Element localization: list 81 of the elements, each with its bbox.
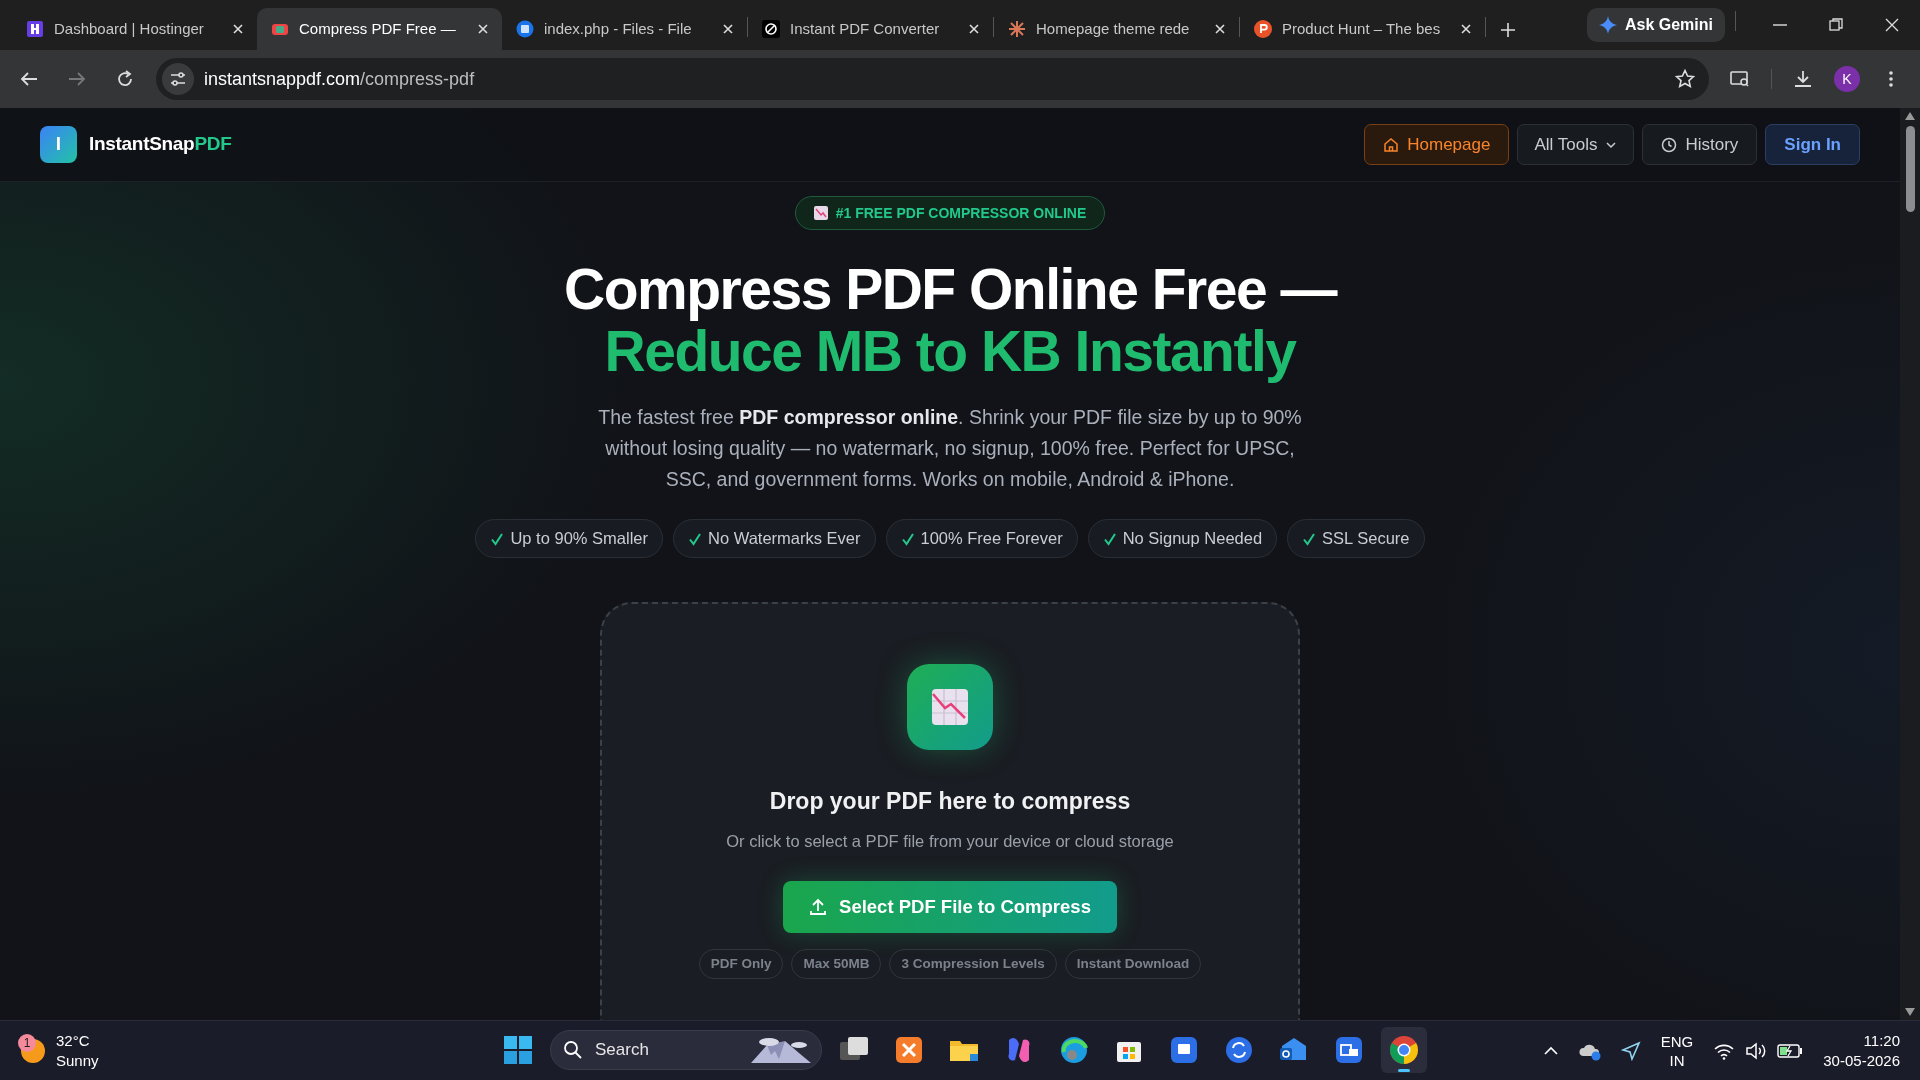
location-arrow-icon[interactable] [1620, 1040, 1641, 1061]
search-bar[interactable]: Search [550, 1030, 822, 1070]
minimize-icon [1773, 24, 1787, 26]
ring-icon [762, 20, 780, 38]
search-field[interactable]: Search [593, 1036, 713, 1064]
close-icon [1459, 22, 1473, 36]
hero-badge: #1 FREE PDF COMPRESSOR ONLINE [794, 196, 1106, 230]
brand-name[interactable]: InstantSnapPDF [89, 130, 232, 159]
notification-badge: 1 [18, 1033, 36, 1052]
check-icon [490, 531, 505, 546]
upload-dropzone[interactable]: Drop your PDF here to compress Or click to select a PDF file from your device or cloud storage Select PDF File to Compress PDF Only Max 50MB 3 Compression Levels Instant Download [600, 602, 1300, 1020]
close-icon [1884, 17, 1900, 33]
browser-tab[interactable]: Dashboard | Hostinger [12, 8, 257, 50]
feature-chip: No Watermarks Ever [673, 519, 876, 558]
address-bar[interactable]: instantsnappdf.com/compress-pdf [156, 58, 1709, 100]
nav-button[interactable]: Homepage [1364, 124, 1510, 165]
new-tab-button[interactable] [1500, 22, 1516, 38]
close-icon [967, 22, 981, 36]
close-icon [1213, 22, 1227, 36]
feature-chip: Up to 90% Smaller [475, 519, 663, 558]
browser-tab[interactable]: Product Hunt – The bes [1240, 8, 1485, 50]
home-icon [1383, 136, 1400, 153]
language-indicator[interactable]: ENG IN [1660, 1031, 1694, 1070]
more-icon [1889, 71, 1893, 87]
dropzone-hint: Or click to select a PDF file from your device or cloud storage [726, 830, 1174, 852]
feature-chip: SSL Secure [1287, 519, 1425, 558]
download-icon [1793, 69, 1813, 89]
restore-icon [1828, 17, 1844, 33]
chart-icon [813, 206, 828, 220]
close-icon [476, 22, 490, 36]
hero-description: The fastest free PDF compressor online. Shrink your PDF file size by up to 90% without losing quality — no watermark, no signup, 100% free. Perfect for UPSC, SSC, and government forms. Works on mobile, Android & iPhone. [597, 405, 1303, 492]
scroll-up-icon[interactable] [1905, 112, 1915, 120]
tab-search-icon [1730, 69, 1750, 89]
scrollbar-thumb[interactable] [1905, 126, 1915, 212]
close-icon [231, 22, 245, 36]
site-settings-button[interactable] [162, 63, 194, 95]
clock-icon [1661, 136, 1678, 153]
scroll-down-icon[interactable] [1905, 1008, 1915, 1016]
check-icon [1302, 531, 1317, 546]
feature-chip: 100% Free Forever [885, 519, 1078, 558]
plus-icon [1500, 22, 1516, 38]
weather-widget[interactable]: 1 32°C Sunny [20, 1030, 99, 1071]
screens-icon [1333, 1034, 1365, 1066]
taskbar-app[interactable] [1381, 1027, 1427, 1073]
nav-button[interactable]: Sign In [1765, 124, 1860, 165]
upload-icon [809, 898, 828, 917]
search-icon [563, 1040, 583, 1060]
check-icon [1102, 531, 1117, 546]
nav-button[interactable]: All Tools [1517, 124, 1635, 165]
browser-tab[interactable]: index.php - Files - File [502, 8, 747, 50]
browser-tab[interactable]: Homepage theme rede [994, 8, 1239, 50]
logo-icon: I [40, 126, 77, 163]
chart-icon [931, 688, 969, 726]
battery-icon[interactable] [1777, 1042, 1804, 1059]
windows-icon [503, 1035, 533, 1065]
forward-icon [68, 70, 86, 88]
page-title: Compress PDF Online Free — Reduce MB to KB Instantly [564, 258, 1336, 382]
browser-tab[interactable]: Instant PDF Converter [748, 8, 993, 50]
weather-text: Sunny [56, 1050, 99, 1071]
ask-gemini-button[interactable]: Ask Gemini [1586, 8, 1725, 42]
back-icon [20, 70, 38, 88]
bookmark-button[interactable] [1675, 69, 1695, 89]
check-icon [688, 531, 702, 546]
p-circle-icon [1254, 20, 1272, 38]
close-icon [721, 22, 735, 36]
star-icon [1675, 69, 1695, 89]
dropzone-heading: Drop your PDF here to compress [769, 787, 1131, 816]
sync-icon [1223, 1034, 1255, 1066]
sparkle-icon [1598, 16, 1617, 34]
browser-tab[interactable]: Compress PDF Free — [257, 8, 502, 50]
volume-icon[interactable] [1745, 1041, 1768, 1060]
clock[interactable]: 11:20 30-05-2026 [1823, 1030, 1900, 1071]
nav-button[interactable]: History [1642, 124, 1758, 165]
check-icon [900, 531, 915, 546]
profile-avatar[interactable]: K [1834, 66, 1860, 92]
temperature-text: 32°C [56, 1030, 91, 1051]
reload-icon [116, 70, 134, 88]
feature-chip: No Signup Needed [1087, 519, 1278, 558]
asterisk-icon [1008, 20, 1026, 38]
sliders-icon [169, 70, 187, 88]
url-text: instantsnappdf.com/compress-pdf [204, 67, 475, 91]
